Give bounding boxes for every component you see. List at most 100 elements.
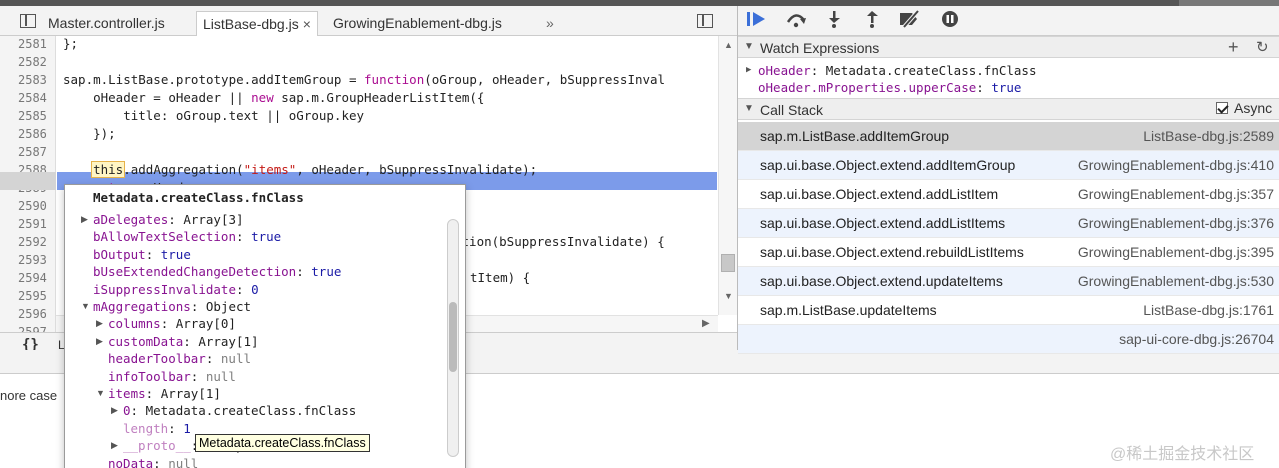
step-over-icon	[786, 14, 806, 28]
editor-vertical-scrollbar[interactable]: ▲ ▼	[718, 36, 737, 315]
line-number[interactable]: 2595	[18, 287, 54, 305]
collapse-triangle-icon[interactable]: ▼	[96, 385, 105, 402]
popover-scrollbar[interactable]	[447, 219, 459, 457]
line-number[interactable]: 2581	[18, 36, 54, 53]
code-line[interactable]: this.addAggregation("items", oHeader, bS…	[63, 161, 537, 179]
tab-growingenablement-dbg[interactable]: GrowingEnablement-dbg.js	[327, 11, 508, 36]
call-frame-location[interactable]: ListBase-dbg.js:1761	[1143, 302, 1274, 318]
line-number[interactable]: 2597	[18, 323, 54, 332]
object-property[interactable]: headerToolbar: null	[108, 350, 251, 367]
toggle-navigator-icon[interactable]	[20, 14, 36, 28]
collapse-triangle-icon[interactable]: ▼	[744, 103, 754, 114]
call-frame[interactable]: sap.ui.base.Object.extend.rebuildListIte…	[738, 238, 1279, 267]
property-separator: :	[236, 229, 252, 245]
line-number[interactable]: 2582	[18, 53, 54, 71]
property-name: infoToolbar	[108, 368, 191, 384]
code-line[interactable]: sap.m.ListBase.prototype.addItemGroup = …	[63, 71, 665, 89]
line-number[interactable]: 2584	[18, 89, 54, 107]
code-line[interactable]: };	[63, 36, 78, 53]
deactivate-breakpoints-button[interactable]	[898, 9, 922, 32]
call-frame-function: sap.ui.base.Object.extend.addListItems	[760, 215, 1006, 231]
expand-triangle-icon[interactable]: ▶	[96, 333, 103, 350]
call-frame-location[interactable]: GrowingEnablement-dbg.js:395	[1078, 244, 1274, 260]
code-line[interactable]: tItem) {	[470, 269, 530, 287]
step-over-button[interactable]	[784, 10, 808, 32]
object-property[interactable]: bOutput: true	[93, 246, 191, 263]
expand-triangle-icon[interactable]: ▶	[111, 437, 118, 454]
deactivate-breakpoints-icon	[900, 9, 920, 29]
async-checkbox[interactable]	[1216, 102, 1228, 114]
expand-triangle-icon[interactable]: ▶	[81, 211, 88, 228]
call-frame-location[interactable]: GrowingEnablement-dbg.js:376	[1078, 215, 1274, 231]
object-property[interactable]: 0: Metadata.createClass.fnClass	[123, 402, 356, 419]
property-value: 0	[251, 281, 259, 297]
collapse-triangle-icon[interactable]: ▼	[744, 41, 754, 52]
property-separator: :	[153, 455, 169, 468]
scroll-right-icon[interactable]: ▶	[702, 318, 710, 329]
tab-listbase-dbg[interactable]: ListBase-dbg.js ×	[196, 11, 318, 36]
call-frame[interactable]: sap.ui.base.Object.extend.addListItems Gr…	[738, 209, 1279, 238]
step-into-button[interactable]	[822, 10, 846, 32]
scroll-up-icon[interactable]: ▲	[724, 40, 733, 50]
add-watch-icon[interactable]: +	[1228, 37, 1239, 58]
ignore-case-label[interactable]: nore case	[0, 388, 57, 403]
call-frame-location[interactable]: sap-ui-core-dbg.js:26704	[1119, 331, 1274, 347]
code-line[interactable]: oHeader = oHeader || new sap.m.GroupHead…	[63, 89, 484, 107]
line-number[interactable]: 2594	[18, 269, 54, 287]
scrollbar-thumb[interactable]	[721, 254, 735, 272]
expand-triangle-icon[interactable]: ▶	[111, 402, 118, 419]
tab-label: GrowingEnablement-dbg.js	[333, 15, 502, 31]
object-property[interactable]: length: 1	[123, 420, 191, 437]
toggle-debugger-icon[interactable]	[697, 14, 713, 28]
resume-button[interactable]	[744, 10, 768, 32]
line-number[interactable]: 2585	[18, 107, 54, 125]
object-property[interactable]: items: Array[1]	[108, 385, 221, 402]
call-frame-location[interactable]: GrowingEnablement-dbg.js:410	[1078, 157, 1274, 173]
code-line[interactable]: });	[63, 125, 116, 143]
object-property[interactable]: mAggregations: Object	[93, 298, 251, 315]
expand-triangle-icon[interactable]: ▶	[96, 315, 103, 332]
call-stack-header[interactable]: ▼ Call Stack	[738, 98, 1279, 120]
pause-on-exceptions-button[interactable]	[938, 10, 962, 32]
object-property[interactable]: aDelegates: Array[3]	[93, 211, 244, 228]
watch-expressions-header[interactable]: ▼ Watch Expressions + ↻	[738, 36, 1279, 58]
line-number[interactable]: 2583	[18, 71, 54, 89]
call-frame-location[interactable]: ListBase-dbg.js:2589	[1143, 128, 1274, 144]
step-out-button[interactable]	[860, 10, 884, 32]
collapse-triangle-icon[interactable]: ▼	[81, 298, 90, 315]
code-line[interactable]: title: oGroup.text || oGroup.key	[63, 107, 364, 125]
call-frame[interactable]: sap.ui.base.Object.extend.updateItems Gro…	[738, 267, 1279, 296]
object-property[interactable]: customData: Array[1]	[108, 333, 259, 350]
call-frame-location[interactable]: GrowingEnablement-dbg.js:530	[1078, 273, 1274, 289]
object-property[interactable]: bUseExtendedChangeDetection: true	[93, 263, 341, 280]
tab-master-controller[interactable]: Master.controller.js	[42, 11, 171, 36]
popover-scrollbar-thumb[interactable]	[449, 302, 457, 372]
call-frame[interactable]: sap.ui.base.Object.extend.addItemGroup Gr…	[738, 151, 1279, 180]
expand-triangle-icon[interactable]: ▶	[746, 62, 751, 79]
object-property[interactable]: noData: null	[108, 455, 198, 468]
close-tab-icon[interactable]: ×	[303, 16, 311, 32]
refresh-watch-icon[interactable]: ↻	[1256, 38, 1269, 56]
line-number[interactable]: 2593	[18, 251, 54, 269]
watch-item[interactable]: oHeader.mProperties.upperCase: true	[738, 80, 1279, 97]
object-property[interactable]: columns: Array[0]	[108, 315, 236, 332]
object-property[interactable]: infoToolbar: null	[108, 368, 236, 385]
call-frame[interactable]: sap-ui-core-dbg.js:26704	[738, 325, 1279, 354]
tab-overflow-button[interactable]: »	[540, 11, 560, 36]
property-name: items	[108, 386, 146, 401]
line-number[interactable]: 2592	[18, 233, 54, 251]
scroll-down-icon[interactable]: ▼	[724, 291, 733, 301]
call-frame[interactable]: sap.m.ListBase.addItemGroup ListBase-dbg.…	[738, 122, 1279, 151]
object-property[interactable]: iSuppressInvalidate: 0	[93, 281, 259, 298]
line-number[interactable]: 2586	[18, 125, 54, 143]
line-number[interactable]: 2587	[18, 143, 54, 161]
call-frame[interactable]: sap.ui.base.Object.extend.addListItem Gro…	[738, 180, 1279, 209]
watch-item[interactable]: ▶ oHeader: Metadata.createClass.fnClass	[738, 63, 1279, 80]
code-line[interactable]: ction(bSuppressInvalidate) {	[454, 233, 665, 251]
object-property[interactable]: bAllowTextSelection: true	[93, 228, 281, 245]
call-frame[interactable]: sap.m.ListBase.updateItems ListBase-dbg.j…	[738, 296, 1279, 325]
line-number[interactable]: 2596	[18, 305, 54, 323]
line-number[interactable]: 2590	[18, 197, 54, 215]
line-number[interactable]: 2591	[18, 215, 54, 233]
call-frame-location[interactable]: GrowingEnablement-dbg.js:357	[1078, 186, 1274, 202]
